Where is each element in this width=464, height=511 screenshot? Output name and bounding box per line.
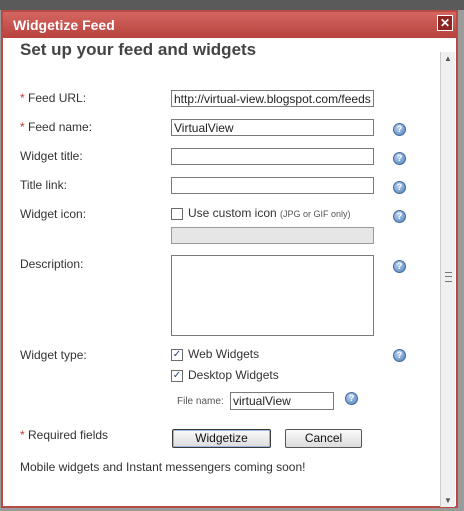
widget-title-label: Widget title: (20, 149, 83, 163)
required-marker: * (20, 120, 25, 134)
title-link-label: Title link: (20, 178, 67, 192)
desktop-widgets-label: Desktop Widgets (188, 368, 279, 382)
coming-soon-note: Mobile widgets and Instant messengers co… (20, 460, 306, 474)
close-icon[interactable]: ✕ (437, 15, 453, 31)
help-question-icon[interactable]: ? (393, 152, 406, 165)
help-question-icon[interactable]: ? (393, 181, 406, 194)
feed-url-label: * Feed URL: (20, 91, 86, 105)
scroll-grip-icon[interactable] (445, 272, 452, 282)
help-question-icon[interactable]: ? (393, 260, 406, 273)
scroll-up-icon[interactable]: ▲ (444, 54, 452, 63)
background-bar (0, 0, 464, 10)
required-fields-text: Required fields (28, 428, 109, 442)
description-textarea[interactable] (171, 255, 374, 336)
widgetize-button[interactable]: Widgetize (172, 429, 271, 448)
title-link-input[interactable] (171, 177, 374, 194)
feed-name-label-text: Feed name: (28, 120, 93, 134)
file-name-input[interactable] (230, 392, 334, 410)
widget-icon-label: Widget icon: (20, 207, 87, 221)
web-widgets-label: Web Widgets (188, 347, 260, 361)
help-question-icon[interactable]: ? (345, 392, 358, 405)
description-label: Description: (20, 257, 84, 271)
custom-icon-path-input[interactable] (171, 227, 374, 244)
use-custom-icon-text: Use custom icon (188, 206, 277, 220)
file-name-label: File name: (177, 396, 224, 407)
feed-url-label-text: Feed URL: (28, 91, 87, 105)
feed-name-input[interactable] (171, 119, 374, 136)
required-marker: * (20, 91, 25, 105)
dialog-scrollbar[interactable]: ▲ ▼ (440, 52, 455, 507)
desktop-widgets-checkbox[interactable]: ✓ (171, 370, 183, 382)
help-question-icon[interactable]: ? (393, 349, 406, 362)
required-marker: * (20, 428, 25, 442)
widget-title-input[interactable] (171, 148, 374, 165)
use-custom-icon-label: Use custom icon (JPG or GIF only) (188, 206, 351, 220)
help-question-icon[interactable]: ? (393, 123, 406, 136)
use-custom-icon-checkbox[interactable] (171, 208, 183, 220)
scroll-down-icon[interactable]: ▼ (444, 496, 452, 505)
required-fields-note: * Required fields (20, 428, 108, 442)
dialog-title: Widgetize Feed (13, 17, 115, 33)
help-question-icon[interactable]: ? (393, 210, 406, 223)
feed-name-label: * Feed name: (20, 120, 92, 134)
feed-url-input[interactable] (171, 90, 374, 107)
cancel-button[interactable]: Cancel (285, 429, 362, 448)
dialog-titlebar: Widgetize Feed ✕ (3, 12, 456, 38)
icon-format-hint: (JPG or GIF only) (280, 209, 351, 219)
web-widgets-checkbox[interactable]: ✓ (171, 349, 183, 361)
dialog-heading: Set up your feed and widgets (20, 40, 257, 59)
widget-type-label: Widget type: (20, 348, 87, 362)
widgetize-feed-dialog: Widgetize Feed ✕ Set up your feed and wi… (1, 10, 458, 508)
